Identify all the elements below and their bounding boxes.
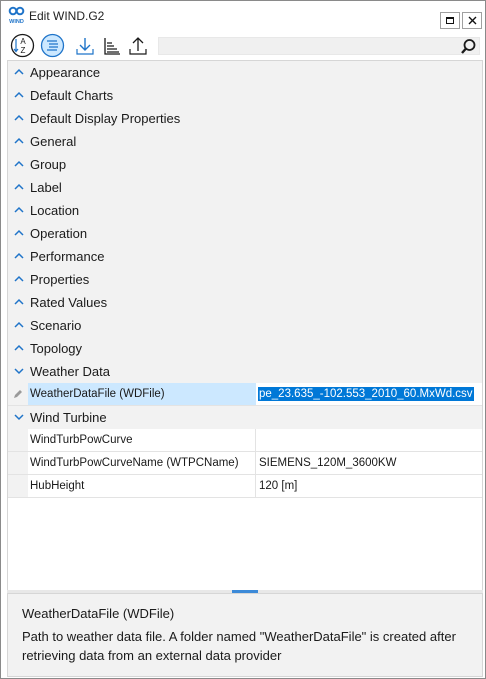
chevron-up-icon[interactable] — [13, 297, 25, 307]
app-logo-icon: WIND — [8, 6, 25, 25]
property-name: WindTurbPowCurveName (WTPCName) — [28, 452, 256, 474]
category-appearance[interactable]: Appearance — [8, 61, 482, 84]
category-properties[interactable]: Properties — [8, 268, 482, 291]
category-weather-data[interactable]: Weather Data — [8, 360, 482, 383]
category-performance[interactable]: Performance — [8, 245, 482, 268]
chevron-up-icon[interactable] — [13, 136, 25, 146]
description-text: Path to weather data file. A folder name… — [22, 629, 456, 663]
selected-value-text[interactable]: pe_23.635_-102.553_2010_60.MxWd.csv — [258, 387, 474, 401]
category-label: Rated Values — [30, 295, 108, 310]
svg-text:A: A — [20, 37, 26, 46]
chevron-up-icon[interactable] — [13, 159, 25, 169]
category-label: Group — [30, 157, 67, 172]
category-label: Performance — [30, 249, 105, 264]
category-label: Default Charts — [30, 88, 114, 103]
property-value[interactable] — [256, 429, 482, 451]
category-scenario[interactable]: Scenario — [8, 314, 482, 337]
close-icon — [468, 16, 476, 25]
category-label: Topology — [30, 341, 83, 356]
category-rated-values[interactable]: Rated Values — [8, 291, 482, 314]
upload-icon — [128, 36, 147, 55]
window-title: Edit WIND.G2 — [29, 9, 105, 23]
toolbar: A Z — [1, 31, 485, 61]
sort-categorized-button[interactable] — [40, 33, 65, 58]
property-row-weather-data-file[interactable]: WeatherDataFile (WDFile) pe_23.635_-102.… — [8, 383, 482, 406]
row-gutter — [8, 475, 28, 497]
chevron-up-icon[interactable] — [13, 182, 25, 192]
property-row-wind-turb-pow-curve-name[interactable]: WindTurbPowCurveName (WTPCName) SIEMENS_… — [8, 452, 482, 475]
download-button[interactable] — [72, 33, 97, 58]
sort-alphabetical-button[interactable]: A Z — [10, 33, 35, 58]
maximize-button[interactable] — [440, 12, 460, 29]
chevron-up-icon[interactable] — [13, 343, 25, 353]
property-grid: Appearance Default Charts Default Displa… — [7, 60, 483, 590]
description-pane: WeatherDataFile (WDFile) Path to weather… — [7, 593, 483, 677]
category-topology[interactable]: Topology — [8, 337, 482, 360]
category-default-charts[interactable]: Default Charts — [8, 84, 482, 107]
category-label: Properties — [30, 272, 90, 287]
maximize-icon — [446, 17, 454, 24]
pencil-icon — [14, 390, 22, 398]
property-value[interactable]: SIEMENS_120M_3600KW — [256, 452, 482, 474]
category-label-group[interactable]: Label — [8, 176, 482, 199]
property-value-input[interactable]: pe_23.635_-102.553_2010_60.MxWd.csv — [256, 383, 482, 405]
upload-button[interactable] — [125, 33, 150, 58]
svg-text:Z: Z — [21, 46, 26, 55]
property-row-hub-height[interactable]: HubHeight 120 [m] — [8, 475, 482, 498]
row-gutter — [8, 429, 28, 451]
search-input[interactable] — [158, 37, 480, 55]
category-location[interactable]: Location — [8, 199, 482, 222]
category-wind-turbine[interactable]: Wind Turbine — [8, 406, 482, 429]
chevron-down-icon[interactable] — [13, 412, 25, 422]
close-button[interactable] — [462, 12, 482, 29]
chevron-up-icon[interactable] — [13, 67, 25, 77]
category-operation[interactable]: Operation — [8, 222, 482, 245]
chevron-down-icon[interactable] — [13, 366, 25, 376]
title-bar[interactable]: WIND Edit WIND.G2 — [1, 1, 485, 31]
property-value[interactable]: 120 [m] — [256, 475, 482, 497]
category-label: Label — [30, 180, 62, 195]
row-gutter — [8, 383, 28, 405]
search-icon[interactable] — [460, 38, 477, 55]
category-label: Wind Turbine — [30, 410, 107, 425]
chart-button[interactable] — [99, 33, 124, 58]
property-name: HubHeight — [28, 475, 256, 497]
category-group[interactable]: Group — [8, 153, 482, 176]
chevron-up-icon[interactable] — [13, 274, 25, 284]
chart-icon — [103, 37, 120, 55]
edit-window: WIND Edit WIND.G2 A Z Appearance Default… — [0, 0, 486, 679]
chevron-up-icon[interactable] — [13, 320, 25, 330]
download-icon — [75, 37, 94, 55]
category-label: General — [30, 134, 77, 149]
category-label: Operation — [30, 226, 88, 241]
property-name: WindTurbPowCurve — [28, 429, 256, 451]
chevron-up-icon[interactable] — [13, 113, 25, 123]
property-name: WeatherDataFile (WDFile) — [28, 383, 256, 405]
category-label: Weather Data — [30, 364, 110, 379]
category-label: Location — [30, 203, 80, 218]
chevron-up-icon[interactable] — [13, 205, 25, 215]
description-title: WeatherDataFile (WDFile) — [22, 606, 175, 621]
logo-text: WIND — [9, 19, 24, 25]
sort-alphabetical-icon: A Z — [10, 33, 35, 58]
chevron-up-icon[interactable] — [13, 90, 25, 100]
row-gutter — [8, 452, 28, 474]
category-label: Scenario — [30, 318, 82, 333]
category-label: Appearance — [30, 65, 101, 80]
property-row-wind-turb-pow-curve[interactable]: WindTurbPowCurve — [8, 429, 482, 452]
chevron-up-icon[interactable] — [13, 251, 25, 261]
chevron-up-icon[interactable] — [13, 228, 25, 238]
category-general[interactable]: General — [8, 130, 482, 153]
category-label: Default Display Properties — [30, 111, 181, 126]
sort-categorized-icon — [40, 33, 65, 58]
category-default-display-properties[interactable]: Default Display Properties — [8, 107, 482, 130]
